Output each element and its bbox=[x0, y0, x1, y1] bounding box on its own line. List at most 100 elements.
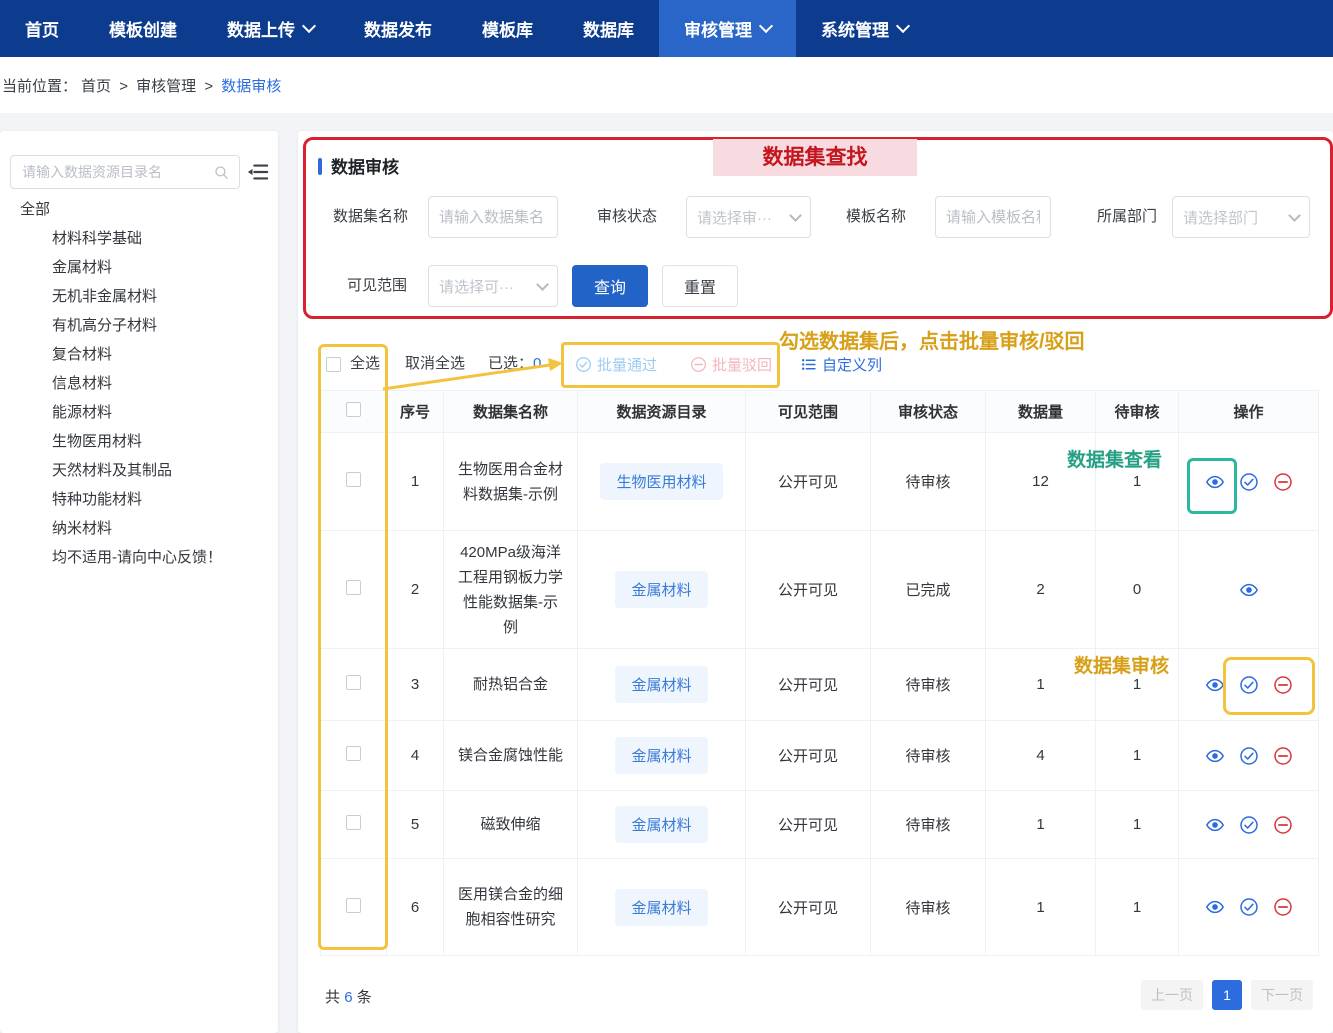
catalog-tag: 金属材料 bbox=[615, 666, 707, 703]
cell-data-count: 1 bbox=[986, 649, 1096, 721]
cell-no: 3 bbox=[387, 649, 444, 721]
tree-item[interactable]: 能源材料 bbox=[0, 398, 278, 427]
view-eye-icon[interactable] bbox=[1205, 675, 1225, 695]
nav-item-data-publish[interactable]: 数据发布 bbox=[339, 0, 457, 57]
cell-visibility: 公开可见 bbox=[746, 531, 871, 649]
prev-page-button[interactable]: 上一页 bbox=[1141, 980, 1203, 1010]
select-all-checkbox[interactable] bbox=[326, 357, 341, 372]
nav-label: 模板创建 bbox=[109, 16, 177, 41]
cell-pending-count: 1 bbox=[1096, 721, 1179, 791]
cell-actions bbox=[1179, 433, 1319, 531]
cell-actions bbox=[1179, 531, 1319, 649]
customize-columns-button[interactable]: 自定义列 bbox=[800, 353, 882, 375]
sidebar-collapse-icon[interactable] bbox=[247, 161, 269, 183]
row-checkbox[interactable] bbox=[346, 746, 361, 761]
row-checkbox[interactable] bbox=[346, 580, 361, 595]
tree-item[interactable]: 金属材料 bbox=[0, 253, 278, 282]
cell-no: 6 bbox=[387, 859, 444, 956]
breadcrumb-section-link[interactable]: 审核管理 bbox=[136, 78, 196, 95]
nav-item-template-library[interactable]: 模板库 bbox=[457, 0, 558, 57]
tree-item-all[interactable]: 全部 bbox=[0, 195, 278, 224]
tree-item[interactable]: 均不适用-请向中心反馈！ bbox=[0, 543, 278, 572]
approve-check-icon[interactable] bbox=[1239, 897, 1259, 917]
nav-item-system-management[interactable]: 系统管理 bbox=[796, 0, 933, 57]
nav-item-template-create[interactable]: 模板创建 bbox=[84, 0, 202, 57]
nav-item-audit-management[interactable]: 审核管理 bbox=[659, 0, 796, 57]
query-button[interactable]: 查询 bbox=[572, 265, 648, 307]
reject-minus-icon[interactable] bbox=[1273, 472, 1293, 492]
nav-item-home[interactable]: 首页 bbox=[0, 0, 84, 57]
selected-label: 已选： bbox=[488, 355, 533, 372]
nav-item-database[interactable]: 数据库 bbox=[558, 0, 659, 57]
next-page-button[interactable]: 下一页 bbox=[1251, 980, 1313, 1010]
reject-minus-icon[interactable] bbox=[1273, 675, 1293, 695]
tree-item[interactable]: 信息材料 bbox=[0, 369, 278, 398]
view-eye-icon[interactable] bbox=[1205, 746, 1225, 766]
tree-item[interactable]: 纳米材料 bbox=[0, 514, 278, 543]
chevron-down-icon bbox=[1288, 209, 1301, 222]
view-eye-icon[interactable] bbox=[1205, 897, 1225, 917]
cell-dataset-name: 420MPa级海洋工程用钢板力学性能数据集-示例 bbox=[444, 531, 578, 649]
tree-item[interactable]: 材料科学基础 bbox=[0, 224, 278, 253]
view-eye-icon[interactable] bbox=[1205, 815, 1225, 835]
tree-item[interactable]: 特种功能材料 bbox=[0, 485, 278, 514]
reject-minus-icon[interactable] bbox=[1273, 815, 1293, 835]
row-checkbox[interactable] bbox=[346, 472, 361, 487]
catalog-tag: 生物医用材料 bbox=[600, 463, 722, 500]
tree-item[interactable]: 无机非金属材料 bbox=[0, 282, 278, 311]
approve-check-icon[interactable] bbox=[1239, 815, 1259, 835]
cell-actions bbox=[1179, 649, 1319, 721]
nav-item-data-upload[interactable]: 数据上传 bbox=[202, 0, 339, 57]
approve-check-icon[interactable] bbox=[1239, 472, 1259, 492]
reset-button[interactable]: 重置 bbox=[662, 265, 738, 307]
view-eye-icon[interactable] bbox=[1205, 472, 1225, 492]
breadcrumb-separator: > bbox=[119, 78, 128, 95]
tree-item[interactable]: 生物医用材料 bbox=[0, 427, 278, 456]
cell-pending-count: 1 bbox=[1096, 433, 1179, 531]
row-checkbox[interactable] bbox=[346, 898, 361, 913]
cell-visibility: 公开可见 bbox=[746, 791, 871, 859]
nav-label: 审核管理 bbox=[684, 16, 752, 41]
search-icon[interactable] bbox=[213, 164, 230, 181]
batch-reject-label: 批量驳回 bbox=[712, 354, 772, 375]
catalog-tree: 全部 材料科学基础 金属材料 无机非金属材料 有机高分子材料 复合材料 信息材料… bbox=[0, 195, 278, 572]
header-checkbox[interactable] bbox=[346, 402, 361, 417]
reject-minus-icon[interactable] bbox=[1273, 746, 1293, 766]
table-header-row: 序号 数据集名称 数据资源目录 可见范围 审核状态 数据量 待审核 操作 bbox=[321, 391, 1319, 433]
visibility-select[interactable]: 请选择可··· bbox=[428, 265, 558, 307]
tree-item[interactable]: 天然材料及其制品 bbox=[0, 456, 278, 485]
approve-check-icon[interactable] bbox=[1239, 675, 1259, 695]
chevron-down-icon bbox=[302, 19, 316, 33]
department-select[interactable]: 请选择部门 bbox=[1172, 196, 1310, 238]
catalog-sidebar: 全部 材料科学基础 金属材料 无机非金属材料 有机高分子材料 复合材料 信息材料… bbox=[0, 131, 278, 1033]
template-name-input[interactable] bbox=[935, 196, 1051, 238]
row-checkbox[interactable] bbox=[346, 675, 361, 690]
tree-item[interactable]: 有机高分子材料 bbox=[0, 311, 278, 340]
total-suffix: 条 bbox=[357, 989, 372, 1006]
batch-approve-button[interactable]: 批量通过 bbox=[575, 353, 657, 375]
audit-status-select[interactable]: 请选择审··· bbox=[686, 196, 811, 238]
reject-minus-icon[interactable] bbox=[1273, 897, 1293, 917]
catalog-search-input[interactable] bbox=[20, 163, 213, 181]
chevron-down-icon bbox=[789, 209, 802, 222]
cell-pending-count: 1 bbox=[1096, 791, 1179, 859]
breadcrumb: 当前位置：首页 > 审核管理 > 数据审核 bbox=[2, 75, 285, 96]
breadcrumb-home-link[interactable]: 首页 bbox=[81, 78, 111, 95]
deselect-all-button[interactable]: 取消全选 bbox=[405, 353, 465, 375]
dataset-name-input[interactable] bbox=[428, 196, 558, 238]
check-circle-icon bbox=[575, 356, 592, 373]
selected-count: 已选：0 bbox=[488, 353, 541, 375]
approve-check-icon[interactable] bbox=[1239, 746, 1259, 766]
breadcrumb-current: 数据审核 bbox=[221, 78, 281, 95]
tree-item[interactable]: 复合材料 bbox=[0, 340, 278, 369]
current-page-button[interactable]: 1 bbox=[1212, 980, 1242, 1010]
header-pending: 待审核 bbox=[1096, 391, 1179, 433]
batch-reject-button[interactable]: 批量驳回 bbox=[690, 353, 772, 375]
select-placeholder: 请选择部门 bbox=[1183, 207, 1258, 228]
row-checkbox[interactable] bbox=[346, 815, 361, 830]
header-data-count: 数据量 bbox=[986, 391, 1096, 433]
select-all-label[interactable]: 全选 bbox=[350, 353, 380, 375]
table-row: 6 医用镁合金的细胞相容性研究 金属材料 公开可见 待审核 1 1 bbox=[321, 859, 1319, 956]
view-eye-icon[interactable] bbox=[1239, 580, 1259, 600]
cell-visibility: 公开可见 bbox=[746, 433, 871, 531]
